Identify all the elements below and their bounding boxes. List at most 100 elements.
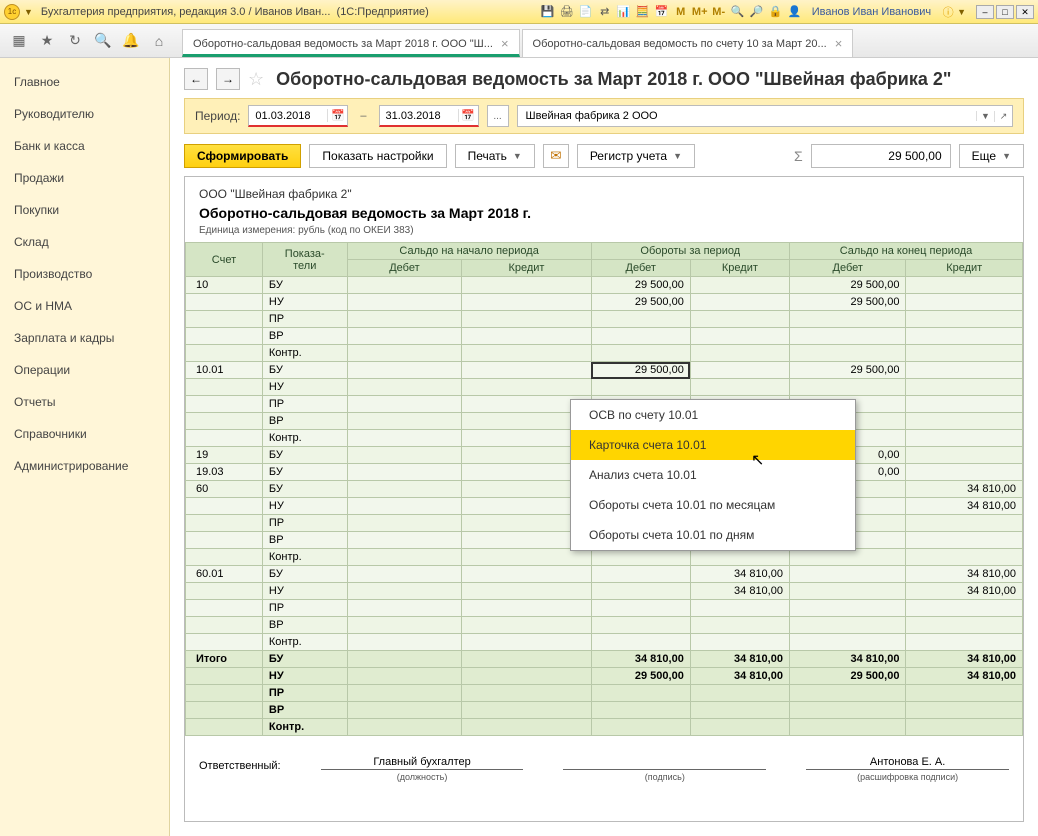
save-icon[interactable]: 💾: [539, 3, 557, 21]
zoom-out-icon[interactable]: 🔎: [748, 3, 766, 21]
sidebar-item[interactable]: Главное: [0, 66, 169, 98]
nav-back-button[interactable]: ←: [184, 68, 208, 90]
maximize-button[interactable]: □: [996, 5, 1014, 19]
app-logo-icon: 1c: [4, 4, 20, 20]
calendar-icon[interactable]: 📅: [653, 3, 671, 21]
context-menu-item[interactable]: Обороты счета 10.01 по дням: [571, 520, 855, 550]
show-settings-button[interactable]: Показать настройки: [309, 144, 446, 168]
search-icon[interactable]: 🔍: [90, 28, 116, 54]
chart-icon[interactable]: 📊: [615, 3, 633, 21]
table-row[interactable]: 10БУ29 500,0029 500,00: [186, 277, 1023, 294]
table-row[interactable]: ВР: [186, 328, 1023, 345]
context-menu-item[interactable]: Анализ счета 10.01: [571, 460, 855, 490]
table-row[interactable]: Контр.: [186, 549, 1023, 566]
sig-position: Главный бухгалтер (должность): [321, 756, 524, 782]
sidebar-item[interactable]: Администрирование: [0, 450, 169, 482]
date-from-input[interactable]: 📅: [248, 105, 348, 127]
register-button[interactable]: Регистр учета▼: [577, 144, 695, 168]
col-credit: Кредит: [906, 260, 1023, 277]
context-menu-item[interactable]: Карточка счета 10.01: [571, 430, 855, 460]
sidebar-item[interactable]: Склад: [0, 226, 169, 258]
dropdown-icon[interactable]: ▼: [24, 7, 33, 17]
date-to-field[interactable]: [380, 110, 458, 122]
table-row[interactable]: 60.01БУ34 810,0034 810,00: [186, 566, 1023, 583]
sidebar-item[interactable]: ОС и НМА: [0, 290, 169, 322]
table-row[interactable]: НУ: [186, 379, 1023, 396]
dropdown-icon[interactable]: ▼: [976, 111, 994, 121]
action-bar: Сформировать Показать настройки Печать▼ …: [184, 144, 1024, 168]
period-picker-button[interactable]: ...: [487, 105, 509, 127]
window-titlebar: 1c ▼ Бухгалтерия предприятия, редакция 3…: [0, 0, 1038, 24]
calendar-icon[interactable]: 📅: [458, 109, 478, 122]
m-plus-icon[interactable]: M+: [691, 3, 709, 21]
col-credit: Кредит: [690, 260, 789, 277]
minimize-button[interactable]: –: [976, 5, 994, 19]
sidebar-item[interactable]: Продажи: [0, 162, 169, 194]
sidebar-item[interactable]: Производство: [0, 258, 169, 290]
print-icon[interactable]: 🖨: [558, 3, 576, 21]
total-row: ВР: [186, 702, 1023, 719]
context-menu-item[interactable]: Обороты счета 10.01 по месяцам: [571, 490, 855, 520]
table-row[interactable]: Контр.: [186, 634, 1023, 651]
tab-active[interactable]: Оборотно-сальдовая ведомость за Март 201…: [182, 29, 520, 57]
tab-label: Оборотно-сальдовая ведомость по счету 10…: [533, 38, 827, 50]
favorite-star-icon[interactable]: ☆: [248, 69, 264, 90]
report-unit: Единица измерения: рубль (код по ОКЕИ 38…: [199, 225, 1009, 236]
table-row[interactable]: 10.01БУ29 500,0029 500,00: [186, 362, 1023, 379]
sig-signature: (подпись): [563, 756, 766, 782]
tab-close-icon[interactable]: ×: [501, 36, 509, 51]
table-row[interactable]: ПР: [186, 600, 1023, 617]
calendar-icon[interactable]: 📅: [327, 109, 347, 122]
email-button[interactable]: ✉: [543, 144, 569, 168]
apps-icon[interactable]: ▦: [6, 28, 32, 54]
close-button[interactable]: ✕: [1016, 5, 1034, 19]
total-row: ИтогоБУ34 810,0034 810,0034 810,0034 810…: [186, 651, 1023, 668]
date-from-field[interactable]: [249, 110, 327, 122]
table-row[interactable]: ПР: [186, 311, 1023, 328]
col-saldo-end: Сальдо на конец периода: [789, 243, 1022, 260]
history-icon[interactable]: ↻: [62, 28, 88, 54]
form-button[interactable]: Сформировать: [184, 144, 301, 168]
sidebar-item[interactable]: Покупки: [0, 194, 169, 226]
info-dropdown-icon[interactable]: ▼: [957, 7, 966, 17]
current-user[interactable]: Иванов Иван Иванович: [812, 6, 931, 18]
home-icon[interactable]: ⌂: [146, 28, 172, 54]
organization-select[interactable]: ▼ ↗: [517, 105, 1013, 127]
sidebar-item[interactable]: Справочники: [0, 418, 169, 450]
sigma-icon: Σ: [794, 148, 803, 164]
col-credit: Кредит: [462, 260, 591, 277]
compare-icon[interactable]: ⇄: [596, 3, 614, 21]
m-icon[interactable]: M: [672, 3, 690, 21]
sidebar-item[interactable]: Зарплата и кадры: [0, 322, 169, 354]
organization-field[interactable]: [518, 110, 976, 122]
info-icon[interactable]: ⓘ: [939, 3, 957, 21]
sidebar-item[interactable]: Операции: [0, 354, 169, 386]
date-to-input[interactable]: 📅: [379, 105, 479, 127]
sidebar-item[interactable]: Банк и касса: [0, 130, 169, 162]
table-row[interactable]: НУ34 810,0034 810,00: [186, 583, 1023, 600]
nav-forward-button[interactable]: →: [216, 68, 240, 90]
tab-second[interactable]: Оборотно-сальдовая ведомость по счету 10…: [522, 29, 854, 57]
m-minus-icon[interactable]: M-: [710, 3, 728, 21]
total-field[interactable]: [811, 144, 951, 168]
sidebar-item[interactable]: Отчеты: [0, 386, 169, 418]
sidebar-item[interactable]: Руководителю: [0, 98, 169, 130]
favorite-icon[interactable]: ★: [34, 28, 60, 54]
table-row[interactable]: ВР: [186, 617, 1023, 634]
open-icon[interactable]: ↗: [994, 111, 1012, 122]
more-button[interactable]: Еще▼: [959, 144, 1024, 168]
lock-icon[interactable]: 🔒: [767, 3, 785, 21]
context-menu-item[interactable]: ОСВ по счету 10.01: [571, 400, 855, 430]
calculator-icon[interactable]: 🧮: [634, 3, 652, 21]
bell-icon[interactable]: 🔔: [118, 28, 144, 54]
col-saldo-start: Сальдо на начало периода: [347, 243, 591, 260]
dash-separator: –: [356, 110, 370, 122]
table-row[interactable]: Контр.: [186, 345, 1023, 362]
print-button[interactable]: Печать▼: [455, 144, 535, 168]
period-bar: Период: 📅 – 📅 ... ▼ ↗: [184, 98, 1024, 134]
context-menu: ОСВ по счету 10.01Карточка счета 10.01Ан…: [570, 399, 856, 551]
table-row[interactable]: НУ29 500,0029 500,00: [186, 294, 1023, 311]
document-icon[interactable]: 📄: [577, 3, 595, 21]
tab-close-icon[interactable]: ×: [835, 36, 843, 51]
zoom-in-icon[interactable]: 🔍: [729, 3, 747, 21]
